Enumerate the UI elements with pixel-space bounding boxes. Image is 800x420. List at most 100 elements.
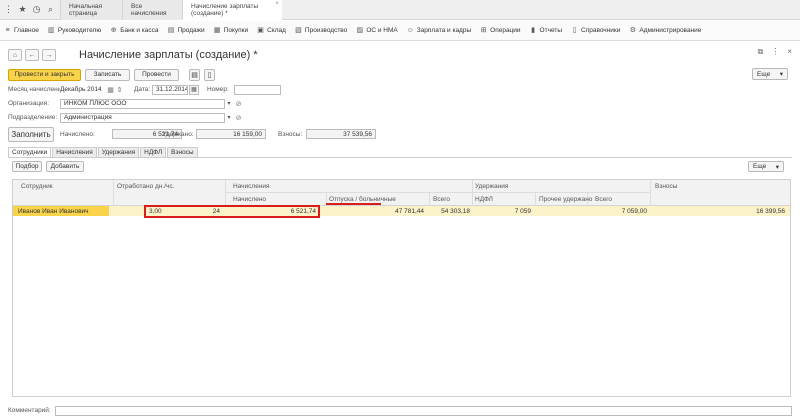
menu-item-payroll[interactable]: ☺ Зарплата и кадры	[407, 27, 471, 34]
menu-item-reports[interactable]: ▮ Отчеты	[530, 27, 562, 34]
table-toolbar: Подбор Добавить Еще ▾	[12, 161, 790, 173]
tab-home[interactable]: Начальная страница	[60, 0, 122, 20]
tab-payroll-create[interactable]: Начисление зарплаты (создание) * ×	[182, 0, 282, 20]
table-row[interactable]: Иванов Иван Иванович 3,00 24 6 521,74 47…	[13, 206, 790, 216]
menu-label: Банк и касса	[120, 27, 159, 34]
col-ndfl[interactable]: НДФЛ	[475, 196, 493, 203]
date-field[interactable]: 31.12.2014	[152, 84, 188, 95]
menu-item-warehouse[interactable]: ▣ Склад	[257, 27, 286, 34]
book-icon: ▯	[572, 27, 577, 34]
menu-label: Руководителю	[57, 27, 102, 34]
stepper-icon[interactable]: ⇕	[115, 85, 124, 94]
menu-item-assets[interactable]: ▨ ОС и НМА	[356, 27, 398, 34]
col-total-accruals[interactable]: Всего	[433, 196, 450, 203]
close-icon[interactable]: ×	[787, 47, 792, 57]
dropdown-icon[interactable]: ▾	[226, 113, 232, 123]
accrued-label: Начислено:	[60, 130, 95, 138]
menu-label: ОС и НМА	[366, 27, 398, 34]
calendar-button[interactable]: ▦	[189, 84, 199, 95]
star-icon[interactable]: ★	[18, 5, 27, 14]
caret-down-icon: ▾	[775, 163, 779, 171]
save-button[interactable]: Записать	[85, 68, 130, 81]
back-button[interactable]: ←	[25, 49, 39, 61]
gear-icon: ⚙	[629, 27, 637, 34]
col-contributions[interactable]: Взносы	[655, 183, 677, 190]
tab-label: Начисление зарплаты (создание) *	[191, 2, 259, 17]
ledger-icon: ▤	[191, 71, 198, 79]
col-total-deductions[interactable]: Всего	[595, 196, 612, 203]
print-button[interactable]: ▯	[204, 68, 215, 81]
organization-field[interactable]: ИНКОМ ПЛЮС ООО	[60, 98, 225, 109]
tab-contributions[interactable]: Взносы	[167, 147, 198, 157]
add-button[interactable]: Добавить	[46, 161, 84, 172]
post-and-close-button[interactable]: Провести и закрыть	[8, 68, 81, 81]
tab-all-accruals[interactable]: Все начисления	[122, 0, 182, 20]
link-icon[interactable]: ⧉	[758, 47, 764, 57]
menu-label: Зарплата и кадры	[416, 27, 472, 34]
tab-employees[interactable]: Сотрудники	[8, 147, 52, 157]
cart-icon: ▤	[167, 27, 175, 34]
withheld-total: Удержано: 16 159,00	[162, 129, 266, 139]
home-icon: ⌂	[12, 51, 18, 59]
menu-item-manager[interactable]: ▥ Руководителю	[48, 27, 101, 34]
more-vertical-icon[interactable]: ⋮	[771, 47, 779, 57]
home-button[interactable]: ⌂	[8, 49, 22, 61]
document-icon: ▯	[207, 71, 212, 79]
movement-report-button[interactable]: ▤	[189, 68, 200, 81]
calendar-month-icon[interactable]: ▦	[106, 85, 115, 94]
cell-total-deductions[interactable]: 7 059,00	[589, 206, 647, 216]
history-icon[interactable]: ◷	[32, 5, 41, 14]
tab-ndfl[interactable]: НДФЛ	[140, 147, 167, 157]
col-worked[interactable]: Отработано дн./чс.	[117, 183, 174, 190]
menu-item-operations[interactable]: ⊞ Операции	[480, 27, 521, 34]
open-link-icon[interactable]: ⊘	[234, 113, 243, 122]
close-tab-icon[interactable]: ×	[275, 1, 279, 7]
col-divider	[472, 180, 473, 206]
fill-button[interactable]: Заполнить	[8, 127, 54, 142]
document-toolbar: Провести и закрыть Записать Провести ▤ ▯…	[8, 68, 792, 81]
search-icon[interactable]: ⌕	[46, 5, 55, 14]
month-field[interactable]: Декабрь 2014	[60, 84, 104, 95]
table-more-button[interactable]: Еще ▾	[748, 161, 784, 172]
col-divider	[535, 192, 536, 206]
cell-employee[interactable]: Иванов Иван Иванович	[13, 206, 109, 216]
more-label: Еще	[757, 70, 771, 78]
department-field[interactable]: Администрация	[60, 112, 225, 123]
open-link-icon[interactable]: ⊘	[234, 99, 243, 108]
tab-accruals[interactable]: Начисления	[52, 147, 97, 157]
menu-label: Продажи	[177, 27, 205, 34]
chart-icon: ▥	[48, 27, 55, 34]
col-accrued[interactable]: Начислено	[233, 196, 266, 203]
col-other-withheld[interactable]: Прочее удержано	[539, 196, 592, 203]
menu-label: Покупки	[223, 27, 249, 34]
top-icons: ⋮ ★ ◷ ⌕	[0, 0, 60, 19]
menu-item-admin[interactable]: ⚙ Администрирование	[629, 27, 702, 34]
menu-item-production[interactable]: ▧ Производство	[295, 27, 347, 34]
cell-ndfl[interactable]: 7 059	[475, 206, 531, 216]
more-button[interactable]: Еще ▾	[752, 68, 788, 80]
post-button[interactable]: Провести	[134, 68, 179, 81]
apps-grid-icon[interactable]: ⋮	[4, 5, 13, 14]
month-label: Месяц начисления:	[8, 86, 67, 93]
select-button[interactable]: Подбор	[12, 161, 42, 172]
forward-button[interactable]: →	[42, 49, 56, 61]
cell-contributions[interactable]: 16 399,56	[653, 206, 785, 216]
menu-item-catalogs[interactable]: ▯ Справочники	[571, 27, 621, 34]
tab-deductions[interactable]: Удержания	[97, 147, 140, 157]
cell-other-withheld[interactable]	[537, 206, 585, 216]
hamburger-icon: ≡	[5, 27, 10, 34]
comment-field[interactable]	[54, 405, 792, 416]
number-field[interactable]	[234, 84, 281, 95]
arrow-left-icon: ←	[28, 51, 36, 59]
menu-label: Склад	[267, 27, 286, 34]
table-header: Сотрудник Отработано дн./чс. Начисления …	[13, 180, 790, 206]
dropdown-icon[interactable]: ▾	[226, 99, 232, 109]
col-employee[interactable]: Сотрудник	[21, 183, 53, 190]
menu-item-purchases[interactable]: ▦ Покупки	[214, 27, 248, 34]
menu-item-sales[interactable]: ▤ Продажи	[168, 27, 205, 34]
cell-vacation[interactable]: 47 781,44	[327, 206, 424, 216]
col-vacation[interactable]: Отпуска / больничные	[329, 196, 396, 203]
menu-item-main[interactable]: ≡ Главное	[4, 27, 38, 34]
menu-item-bank[interactable]: ⊕ Банк и касса	[110, 27, 159, 34]
cell-total-accruals[interactable]: 54 303,18	[430, 206, 470, 216]
